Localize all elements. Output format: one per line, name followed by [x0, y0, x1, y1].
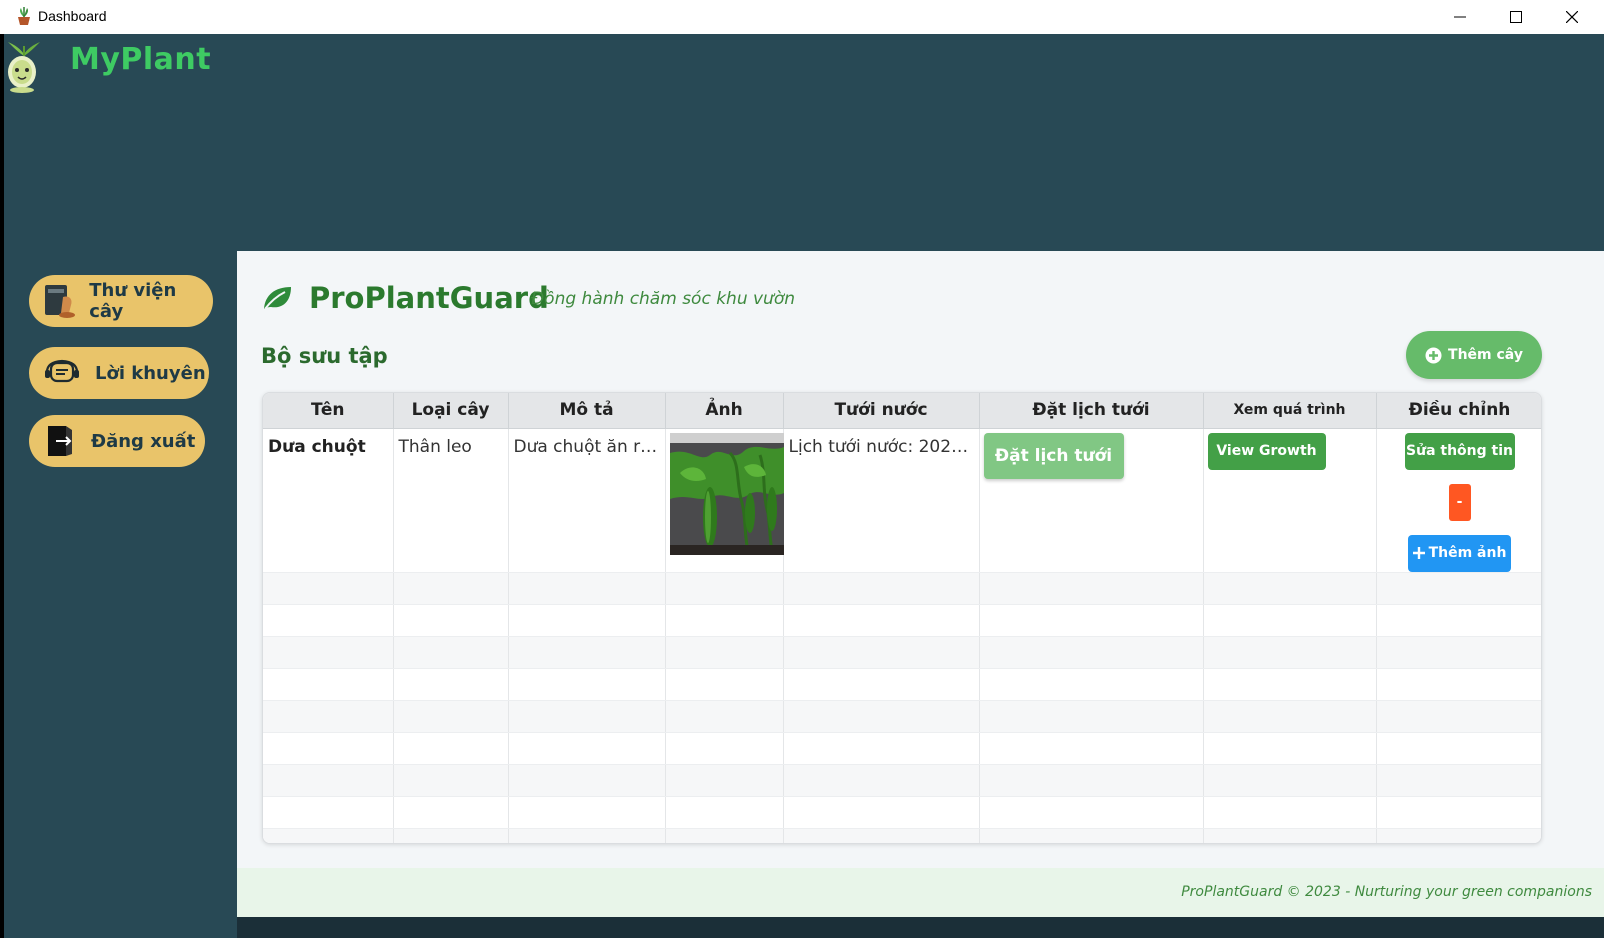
table-row	[263, 700, 1541, 733]
sidebar-item-label: Lời khuyên	[95, 362, 206, 384]
table-row	[263, 604, 1541, 637]
column-header-actions[interactable]: Điều chỉnh	[1376, 393, 1541, 429]
sidebar-item-library[interactable]: Thư viện cây	[29, 275, 213, 327]
app-plant-icon	[18, 7, 30, 25]
leaf-icon	[264, 287, 291, 310]
table-row	[263, 732, 1541, 765]
section-title: Bộ sưu tập	[261, 344, 388, 368]
main-panel: ProPlantGuard Đồng hành chăm sóc khu vườ…	[237, 251, 1604, 938]
plant-name: Dưa chuột	[268, 436, 366, 457]
table-row	[263, 764, 1541, 797]
add-plant-label: Thêm cây	[1448, 347, 1523, 363]
window-title: Dashboard	[38, 8, 107, 24]
column-header-image[interactable]: Ảnh	[665, 393, 784, 429]
logout-icon	[29, 424, 91, 458]
window-titlebar: Dashboard	[0, 0, 1604, 34]
column-header-type[interactable]: Loại cây	[393, 393, 509, 429]
column-header-description[interactable]: Mô tả	[508, 393, 666, 429]
myplant-logo-icon	[8, 42, 40, 93]
close-button[interactable]	[1544, 0, 1600, 34]
footer: ProPlantGuard © 2023 - Nurturing your gr…	[237, 868, 1604, 917]
brand-title: MyPlant	[70, 42, 212, 77]
close-icon	[1566, 11, 1578, 23]
app-window: MyPlant Thư viện cây Lời khuyên Đăng xuấ…	[4, 34, 1604, 938]
add-plant-button[interactable]: Thêm cây	[1406, 331, 1542, 379]
minimize-icon	[1454, 16, 1466, 18]
sidebar-item-logout[interactable]: Đăng xuất	[29, 415, 205, 467]
advice-icon	[29, 358, 95, 388]
schedule-watering-button[interactable]: Đặt lịch tưới	[983, 432, 1124, 479]
plant-photo	[669, 432, 784, 555]
cell-watering: Lịch tưới nước: 2025-0...	[783, 428, 980, 573]
add-image-label: Thêm ảnh	[1428, 545, 1507, 561]
page-title: ProPlantGuard	[309, 281, 549, 315]
minimize-button[interactable]	[1432, 0, 1488, 34]
table-header-row: Tên Loại cây Mô tả Ảnh Tưới nước Đặt lịc…	[263, 393, 1541, 429]
maximize-button[interactable]	[1488, 0, 1544, 34]
add-image-button[interactable]: Thêm ảnh	[1408, 534, 1511, 572]
page-subtitle: Đồng hành chăm sóc khu vườn	[531, 289, 796, 309]
column-header-schedule[interactable]: Đặt lịch tưới	[979, 393, 1204, 429]
library-icon	[29, 283, 89, 319]
plant-type: Thân leo	[398, 436, 472, 457]
plus-circle-icon	[1425, 347, 1442, 363]
plant-description: Dưa chuột ăn rất ...	[513, 436, 665, 457]
bottom-strip	[237, 917, 1604, 938]
maximize-icon	[1510, 11, 1522, 23]
plant-table: Tên Loại cây Mô tả Ảnh Tưới nước Đặt lịc…	[262, 392, 1542, 844]
column-header-name[interactable]: Tên	[263, 393, 394, 429]
table-row	[263, 572, 1541, 605]
watering-info: Lịch tưới nước: 2025-0...	[788, 436, 979, 457]
sidebar-item-label: Thư viện cây	[89, 280, 177, 322]
view-growth-button[interactable]: View Growth	[1207, 432, 1326, 470]
table-row	[263, 636, 1541, 669]
cell-type: Thân leo	[393, 428, 509, 573]
table-row[interactable]: Dưa chuột Thân leo Dưa chuột ăn rất ...	[263, 428, 1541, 573]
column-header-growth[interactable]: Xem quá trình	[1203, 393, 1377, 429]
delete-button[interactable]: -	[1448, 483, 1471, 521]
cell-image	[665, 428, 784, 573]
table-row	[263, 796, 1541, 829]
plus-icon	[1412, 547, 1425, 559]
cell-description: Dưa chuột ăn rất ...	[508, 428, 666, 573]
cell-growth: View Growth	[1203, 428, 1377, 573]
footer-text: ProPlantGuard © 2023 - Nurturing your gr…	[1181, 884, 1592, 900]
sidebar-item-label: Đăng xuất	[91, 430, 196, 452]
column-header-watering[interactable]: Tưới nước	[783, 393, 980, 429]
table-row	[263, 668, 1541, 701]
cell-name: Dưa chuột	[263, 428, 394, 573]
cell-schedule: Đặt lịch tưới	[979, 428, 1204, 573]
table-row	[263, 828, 1541, 843]
sidebar-item-advice[interactable]: Lời khuyên	[29, 347, 209, 399]
edit-info-button[interactable]: Sửa thông tin	[1404, 432, 1515, 470]
cell-actions: Sửa thông tin - Thêm ảnh	[1376, 428, 1541, 573]
